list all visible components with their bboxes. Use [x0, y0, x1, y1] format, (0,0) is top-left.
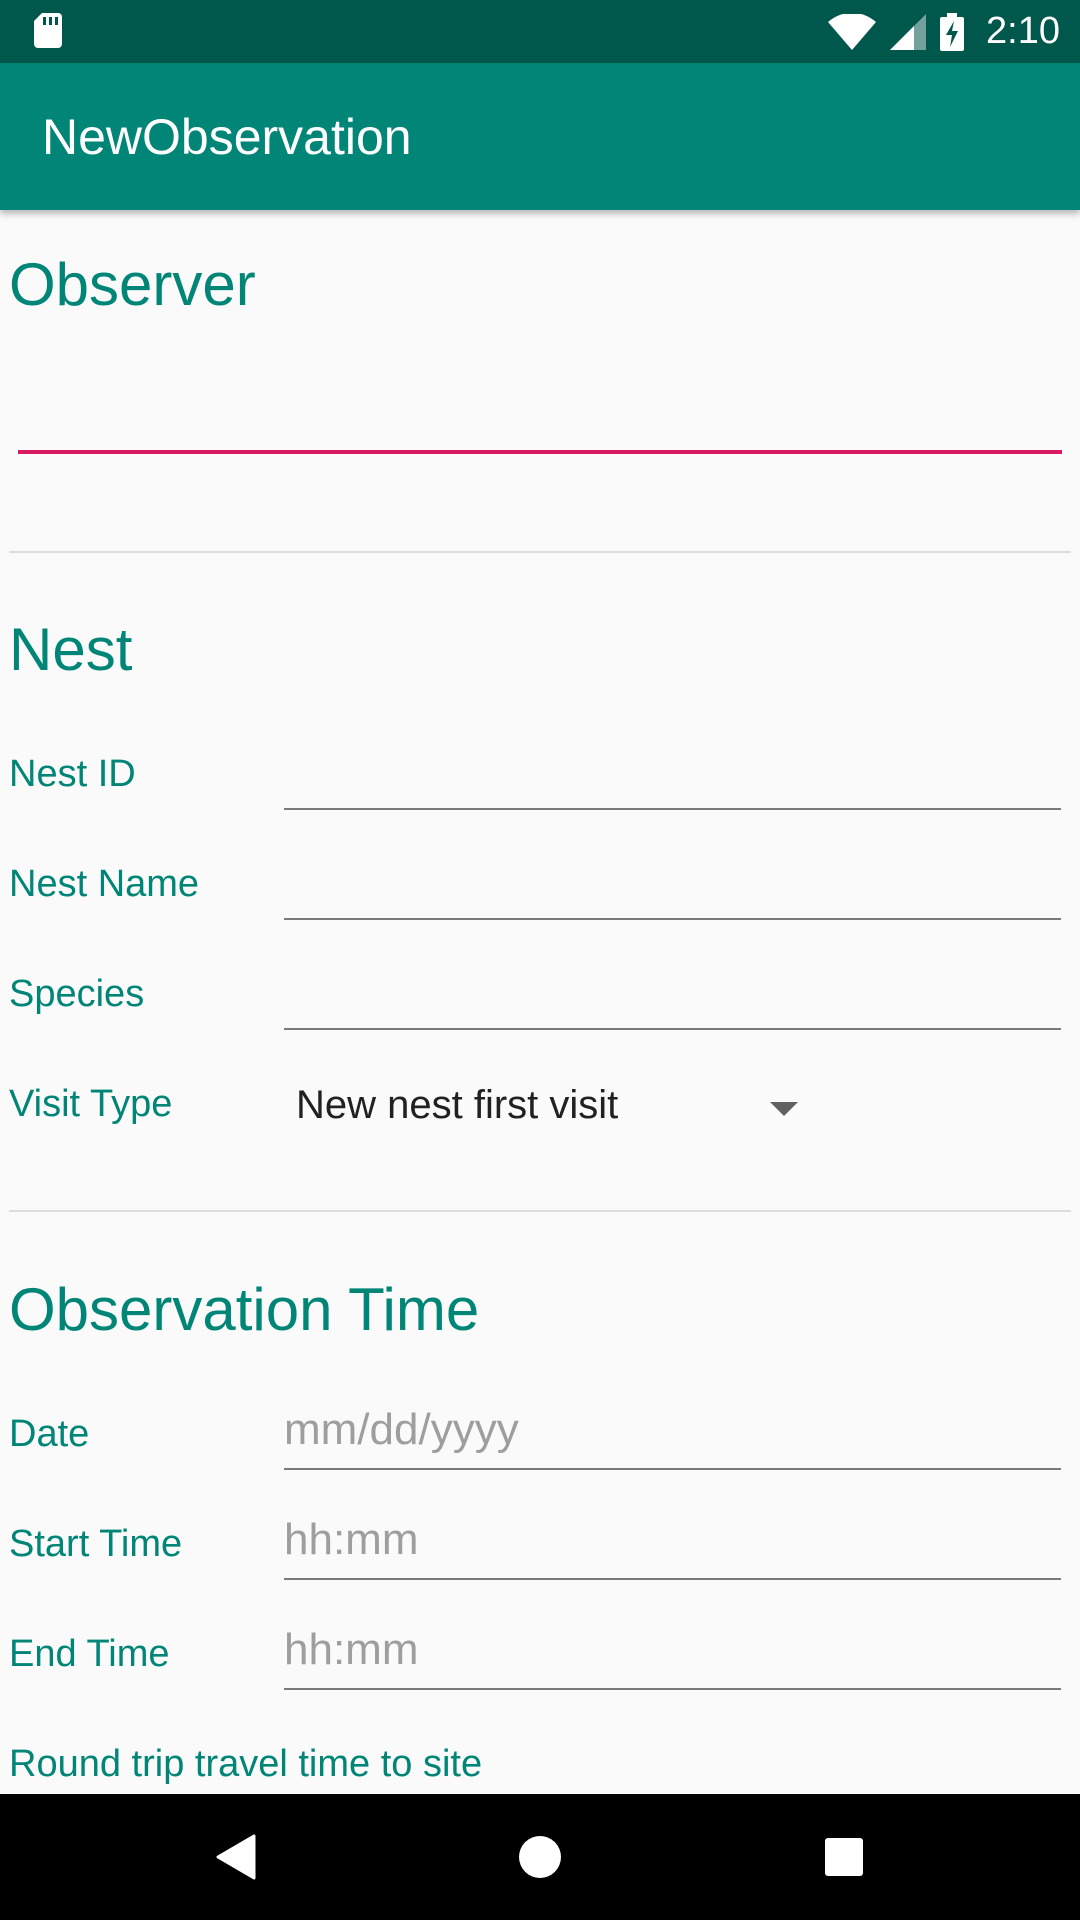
end-time-label: End Time: [9, 1633, 170, 1675]
divider: [9, 1210, 1071, 1212]
nest-section-title: Nest: [9, 616, 133, 683]
observer-section-title: Observer: [9, 251, 256, 318]
date-label: Date: [9, 1413, 90, 1455]
recents-icon: [825, 1838, 863, 1876]
back-button[interactable]: [176, 1794, 296, 1920]
navigation-bar: [0, 1794, 1080, 1920]
nest-name-label: Nest Name: [9, 863, 200, 905]
battery-charging-icon: [940, 12, 965, 51]
end-time-input-underline: [284, 1688, 1061, 1690]
species-input[interactable]: [284, 1028, 1061, 1030]
signal-icon: [890, 13, 927, 50]
visit-type-label: Visit Type: [9, 1083, 173, 1125]
species-label: Species: [9, 973, 145, 1015]
app-bar: NewObservation: [0, 63, 1080, 210]
wifi-icon: [828, 13, 877, 50]
home-button[interactable]: [480, 1794, 600, 1920]
home-icon: [519, 1836, 561, 1878]
sd-card-icon: [34, 13, 62, 48]
start-time-input[interactable]: hh:mm: [284, 1515, 418, 1565]
date-input[interactable]: mm/dd/yyyy: [284, 1405, 519, 1455]
nest-id-label: Nest ID: [9, 753, 136, 795]
nest-name-input[interactable]: [284, 918, 1061, 920]
back-icon: [216, 1834, 256, 1880]
travel-time-label: Round trip travel time to site: [9, 1743, 483, 1785]
end-time-input[interactable]: hh:mm: [284, 1625, 418, 1675]
recents-button[interactable]: [784, 1794, 904, 1920]
start-time-label: Start Time: [9, 1523, 183, 1565]
observer-input[interactable]: [18, 450, 1062, 454]
observation-time-section-title: Observation Time: [9, 1276, 480, 1343]
dropdown-arrow-icon[interactable]: [770, 1102, 798, 1116]
status-time: 2:10: [986, 10, 1060, 52]
start-time-input-underline: [284, 1578, 1061, 1580]
nest-id-input[interactable]: [284, 808, 1061, 810]
app-title: NewObservation: [42, 109, 412, 165]
form-content[interactable]: Observer Nest Nest ID Nest Name Species …: [0, 210, 1080, 1794]
visit-type-spinner[interactable]: New nest first visit: [296, 1083, 618, 1128]
divider: [9, 551, 1071, 553]
status-bar: 2:10: [0, 0, 1080, 63]
date-input-underline: [284, 1468, 1061, 1470]
